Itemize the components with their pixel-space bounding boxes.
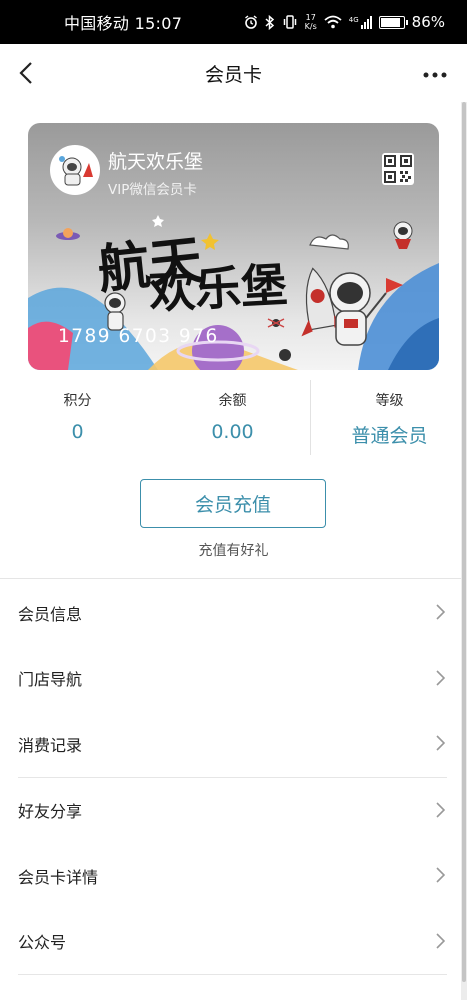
- card-art-title-line2: 欢乐堡: [147, 258, 289, 319]
- menu-item-label: 好友分享: [18, 802, 83, 822]
- qr-code-icon[interactable]: [382, 153, 414, 185]
- vibrate-icon: [283, 15, 296, 29]
- battery-percent: 86%: [411, 13, 445, 31]
- chevron-right-icon: [436, 669, 445, 686]
- menu-item-purchase-history[interactable]: 消费记录: [0, 711, 461, 777]
- menu-list: 会员信息 门店导航 消费记录 好友分享 会员卡详情 公众号: [0, 580, 461, 975]
- membership-card[interactable]: 航天 欢乐堡 航天欢乐堡 VIP微信会员卡 1789 6703 976: [28, 123, 439, 370]
- stat-label: 积分: [63, 393, 92, 409]
- status-icons: 17 K/s 4G 86%: [244, 13, 445, 31]
- stat-value: 普通会员: [351, 425, 428, 447]
- recharge-button[interactable]: 会员充值: [140, 479, 326, 528]
- brand-logo: [50, 145, 100, 195]
- chevron-right-icon: [436, 932, 445, 949]
- status-bar: 中国移动 15:07 17 K/s 4G 86%: [0, 0, 467, 44]
- signal-icon: 4G: [349, 15, 372, 29]
- divider: [0, 578, 461, 579]
- page-title: 会员卡: [204, 63, 262, 86]
- menu-item-label: 门店导航: [18, 670, 83, 690]
- menu-item-label: 公众号: [18, 933, 67, 953]
- stat-value: 0: [71, 421, 84, 443]
- menu-item-store-navigation[interactable]: 门店导航: [0, 646, 461, 712]
- card-brand-name: 航天欢乐堡: [108, 151, 204, 173]
- card-type-label: VIP微信会员卡: [108, 182, 197, 198]
- member-stats: 积分 0 余额 0.00 等级 普通会员: [0, 380, 467, 460]
- menu-item-share-friends[interactable]: 好友分享: [0, 778, 461, 844]
- menu-item-card-details[interactable]: 会员卡详情: [0, 843, 461, 909]
- stat-level[interactable]: 等级 普通会员: [312, 380, 467, 460]
- more-menu-button[interactable]: [423, 66, 447, 78]
- chevron-right-icon: [436, 801, 445, 818]
- chevron-right-icon: [436, 604, 445, 620]
- more-dots-icon: [423, 72, 447, 78]
- chevron-right-icon: [436, 867, 445, 883]
- stat-balance[interactable]: 余额 0.00: [155, 380, 310, 460]
- carrier-time: 中国移动 15:07: [64, 14, 183, 33]
- stat-label: 余额: [218, 393, 247, 409]
- divider: [18, 974, 447, 975]
- chevron-right-icon: [436, 735, 445, 751]
- stat-divider: [310, 380, 311, 455]
- bluetooth-icon: [265, 14, 274, 30]
- card-number: 1789 6703 976: [58, 326, 219, 347]
- wifi-icon: [324, 15, 342, 29]
- alarm-icon: [244, 15, 257, 29]
- net-speed: 17 K/s: [304, 13, 317, 31]
- menu-item-member-info[interactable]: 会员信息: [0, 580, 461, 646]
- recharge-tip: 充值有好礼: [198, 543, 269, 559]
- back-arrow-icon: [19, 62, 32, 84]
- stat-points[interactable]: 积分 0: [0, 380, 155, 460]
- menu-item-label: 会员卡详情: [18, 867, 99, 887]
- nav-bar: 会员卡: [0, 44, 467, 102]
- stat-value: 0.00: [211, 421, 254, 443]
- battery-icon: [378, 15, 408, 29]
- stat-label: 等级: [375, 393, 404, 409]
- back-button[interactable]: [12, 58, 40, 88]
- menu-item-label: 会员信息: [18, 604, 83, 624]
- menu-item-official-account[interactable]: 公众号: [0, 909, 461, 975]
- menu-item-label: 消费记录: [18, 735, 83, 755]
